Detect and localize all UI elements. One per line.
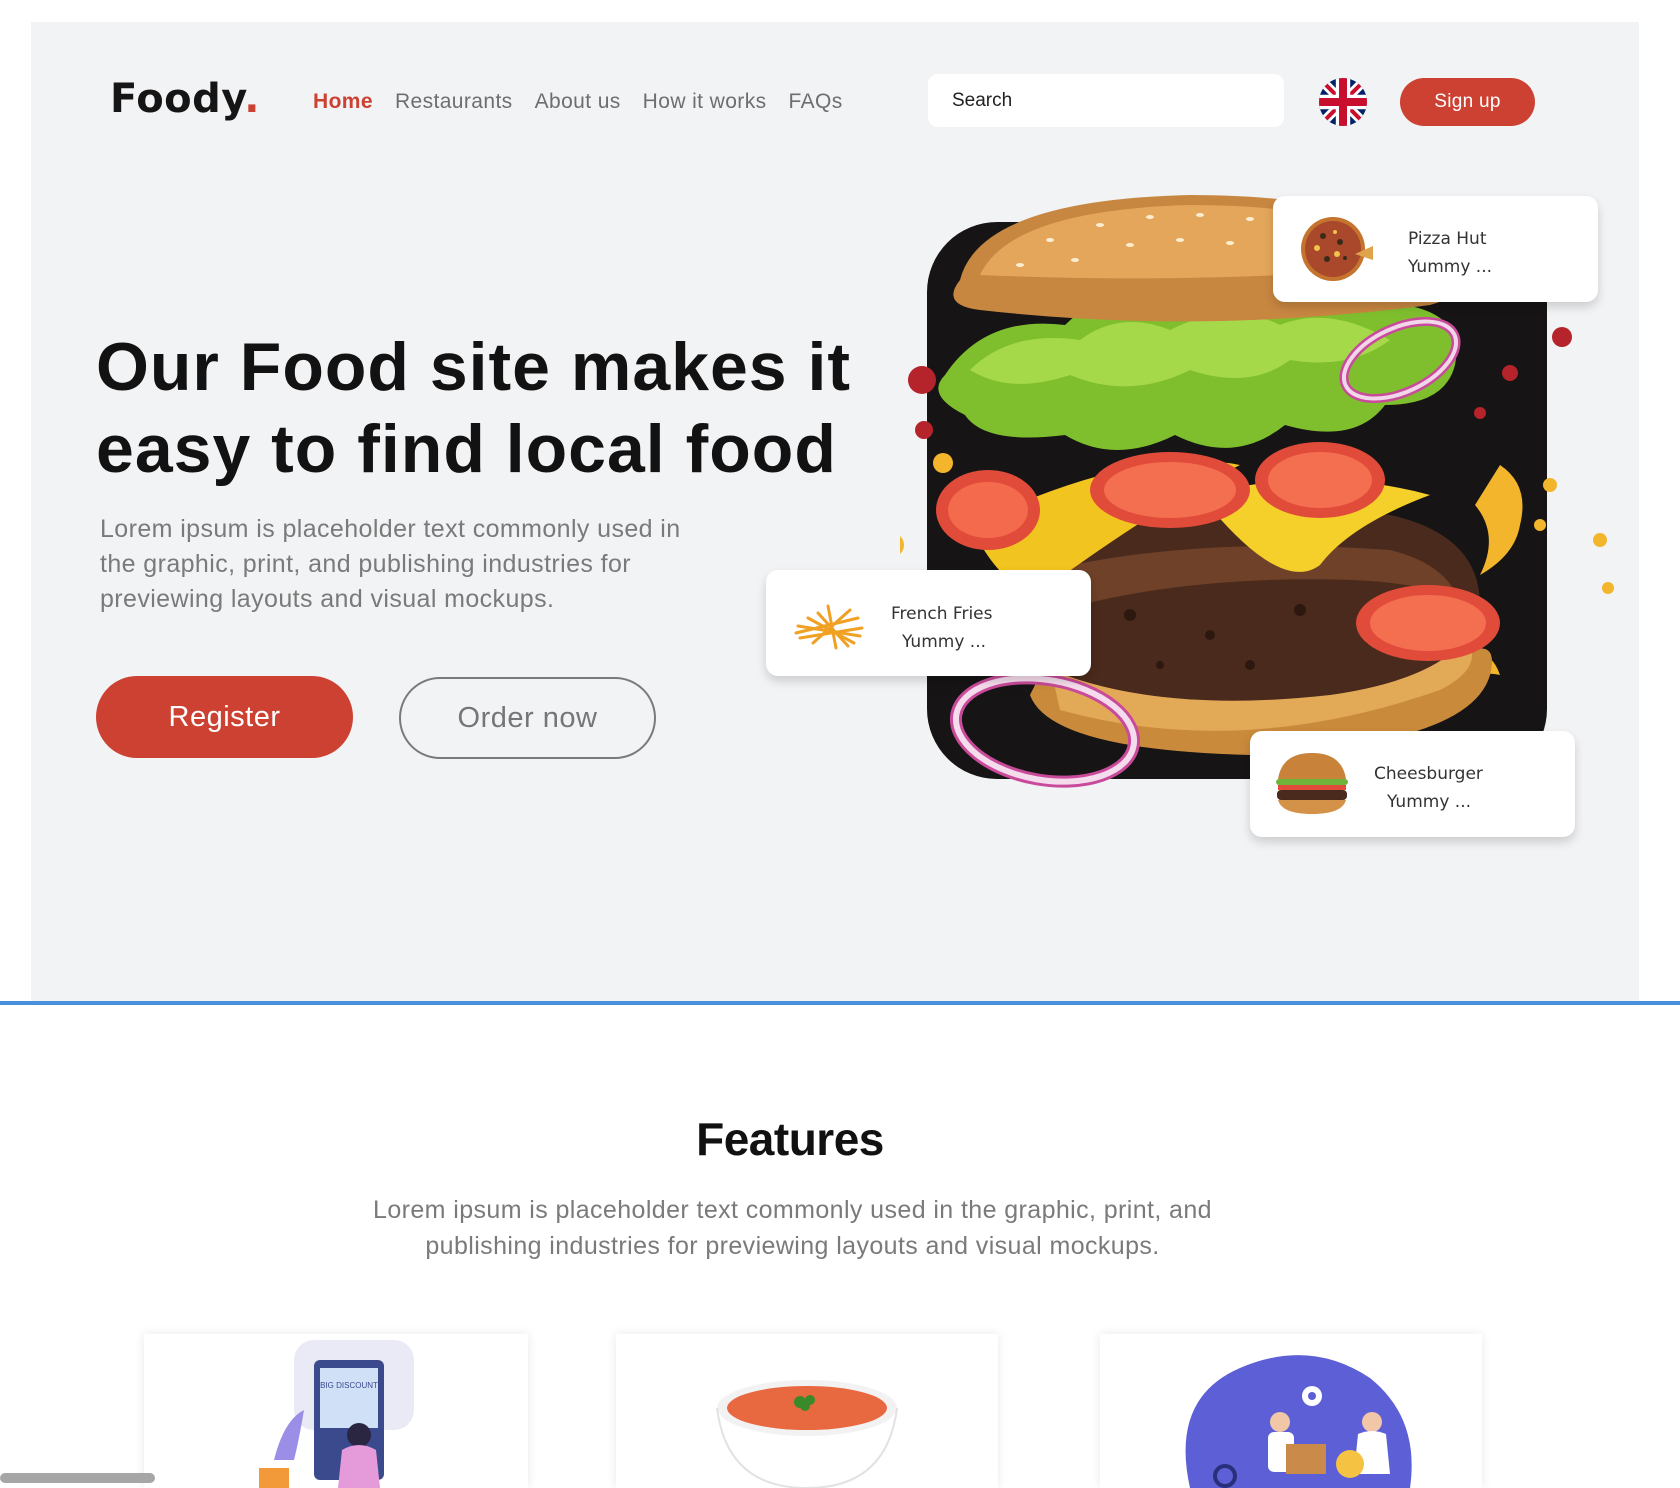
feature-card-food[interactable] bbox=[616, 1334, 998, 1488]
logo[interactable]: Foody. bbox=[110, 76, 260, 122]
food-card-subtitle: Yummy ... bbox=[1408, 257, 1493, 277]
food-card-name: Cheesburger bbox=[1374, 764, 1483, 784]
food-card-subtitle: Yummy ... bbox=[902, 632, 987, 652]
nav-faqs[interactable]: FAQs bbox=[789, 90, 843, 114]
uk-flag-icon[interactable] bbox=[1319, 78, 1367, 126]
nav-how-it-works[interactable]: How it works bbox=[643, 90, 767, 114]
feature-card-delivery[interactable] bbox=[1100, 1334, 1482, 1488]
search-input[interactable] bbox=[928, 74, 1284, 127]
food-card-name: Pizza Hut bbox=[1408, 229, 1487, 249]
nav-home[interactable]: Home bbox=[313, 90, 373, 114]
food-card-name: French Fries bbox=[891, 604, 993, 624]
delivery-illustration-icon bbox=[1185, 1355, 1412, 1488]
section-divider bbox=[0, 1001, 1680, 1005]
cheeseburger-icon bbox=[1276, 753, 1348, 814]
fries-icon bbox=[794, 604, 864, 650]
nav-about-us[interactable]: About us bbox=[535, 90, 621, 114]
features-description: Lorem ipsum is placeholder text commonly… bbox=[373, 1196, 1212, 1260]
register-button[interactable]: Register bbox=[96, 676, 353, 758]
food-card-pizza-hut[interactable]: Pizza Hut Yummy ... bbox=[1273, 196, 1598, 302]
order-now-button[interactable]: Order now bbox=[399, 677, 656, 759]
features-title: Features bbox=[696, 1113, 884, 1165]
feature-card-discount[interactable]: BIG DISCOUNT bbox=[144, 1334, 528, 1488]
food-card-subtitle: Yummy ... bbox=[1387, 792, 1472, 812]
sign-up-button[interactable]: Sign up bbox=[1400, 78, 1535, 126]
hero-description: Lorem ipsum is placeholder text commonly… bbox=[100, 515, 681, 613]
horizontal-scrollbar[interactable] bbox=[0, 1473, 155, 1483]
svg-text:BIG DISCOUNT: BIG DISCOUNT bbox=[320, 1381, 378, 1390]
food-card-cheesburger[interactable]: Cheesburger Yummy ... bbox=[1250, 731, 1575, 837]
soup-bowl-icon bbox=[716, 1380, 898, 1488]
food-card-french-fries[interactable]: French Fries Yummy ... bbox=[766, 570, 1091, 676]
pizza-icon bbox=[1301, 217, 1373, 281]
nav-restaurants[interactable]: Restaurants bbox=[395, 90, 513, 114]
hero-title: Our Food site makes it easy to find loca… bbox=[96, 329, 852, 487]
discount-illustration-icon: BIG DISCOUNT bbox=[259, 1340, 414, 1488]
main-nav: Home Restaurants About us How it works F… bbox=[313, 90, 843, 114]
